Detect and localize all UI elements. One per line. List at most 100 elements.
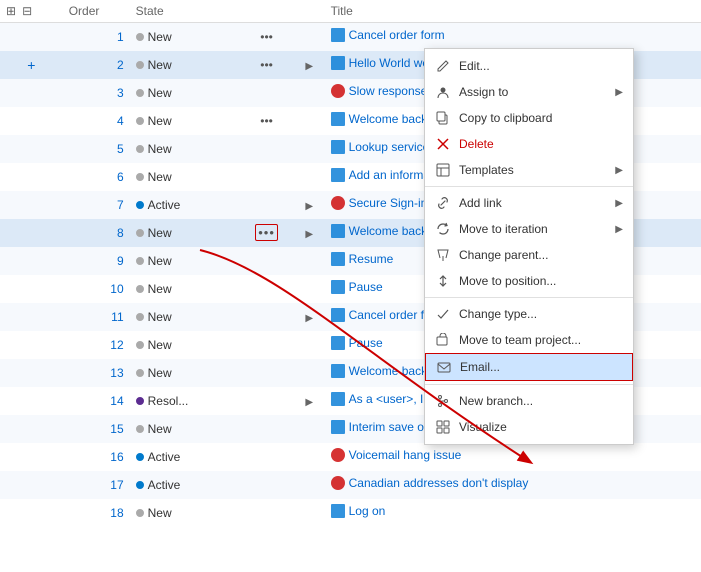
state-label: Resol... [148,394,189,408]
dots-menu-button[interactable]: ••• [255,224,278,241]
work-item-title[interactable]: Secure Sign-in [331,196,428,210]
order-cell[interactable]: 1 [63,23,130,51]
plus-button[interactable]: + [25,57,37,73]
order-number[interactable]: 10 [110,282,123,296]
order-number[interactable]: 18 [110,506,123,520]
dots-menu-button[interactable]: ••• [260,114,273,128]
dots-cell [239,247,293,275]
order-number[interactable]: 16 [110,450,123,464]
state-label: New [148,506,172,520]
order-number[interactable]: 9 [117,254,124,268]
order-cell[interactable]: 18 [63,499,130,527]
title-text: Log on [349,504,386,518]
order-number[interactable]: 1 [117,30,124,44]
state-dot [136,201,144,209]
order-cell[interactable]: 8 [63,219,130,247]
order-cell[interactable]: 13 [63,359,130,387]
menu-item-move_iteration[interactable]: Move to iteration▶ [425,216,633,242]
order-number[interactable]: 14 [110,394,123,408]
order-cell[interactable]: 10 [63,275,130,303]
menu-item-assign_to[interactable]: Assign to▶ [425,79,633,105]
menu-item-copy_clipboard[interactable]: Copy to clipboard [425,105,633,131]
state-label: New [148,366,172,380]
order-cell[interactable]: 9 [63,247,130,275]
state-label: New [148,310,172,324]
arrow-cell [294,331,325,359]
state-dot [136,173,144,181]
work-item-title[interactable]: Log on [331,504,386,518]
menu-item-new_branch[interactable]: New branch... [425,388,633,414]
order-number[interactable]: 3 [117,86,124,100]
expand-icon[interactable]: ⊟ [22,4,32,18]
menu-item-templates[interactable]: Templates▶ [425,157,633,183]
menu-item-change_parent[interactable]: Change parent... [425,242,633,268]
order-cell[interactable]: 12 [63,331,130,359]
state-dot [136,117,144,125]
expand-arrow-icon[interactable]: ▶ [305,313,313,324]
menu-item-visualize[interactable]: Visualize [425,414,633,440]
menu-item-edit[interactable]: Edit... [425,53,633,79]
state-badge: New [136,30,172,44]
order-number[interactable]: 13 [110,366,123,380]
order-number[interactable]: 6 [117,170,124,184]
work-item-title[interactable]: Cancel order form [331,28,445,42]
work-item-title[interactable]: Canadian addresses don't display [331,476,529,490]
grid-icon[interactable]: ⊞ [6,4,16,18]
order-cell[interactable]: 15 [63,415,130,443]
order-cell[interactable]: 16 [63,443,130,471]
expand-arrow-icon[interactable]: ▶ [305,61,313,72]
menu-item-add_link[interactable]: Add link▶ [425,190,633,216]
order-cell[interactable]: 3 [63,79,130,107]
order-cell[interactable]: 14 [63,387,130,415]
menu-item-delete[interactable]: Delete [425,131,633,157]
dots-menu-button[interactable]: ••• [260,30,273,44]
order-cell[interactable]: 5 [63,135,130,163]
expand-arrow-icon[interactable]: ▶ [305,229,313,240]
story-icon [331,28,345,42]
order-cell[interactable]: 7 [63,191,130,219]
arrow-cell [294,163,325,191]
order-number[interactable]: 15 [110,422,123,436]
menu-item-move_team[interactable]: Move to team project... [425,327,633,353]
order-cell[interactable]: 4 [63,107,130,135]
order-number[interactable]: 11 [111,310,123,324]
menu-separator [425,186,633,187]
menu-item-move_position[interactable]: Move to position... [425,268,633,294]
order-number[interactable]: 7 [117,198,124,212]
order-number[interactable]: 4 [117,114,124,128]
expand-arrow-icon[interactable]: ▶ [305,397,313,408]
arrow-cell [294,499,325,527]
order-number[interactable]: 12 [110,338,123,352]
work-item-title[interactable]: Resume [331,252,394,266]
order-number[interactable]: 8 [117,226,124,240]
expand-arrow-icon[interactable]: ▶ [305,201,313,212]
dots-cell [239,163,293,191]
order-cell[interactable]: 17 [63,471,130,499]
plus-cell [0,79,63,107]
menu-item-email[interactable]: Email... [425,353,633,381]
state-badge: New [136,58,172,72]
title-text: Welcome back [349,224,427,238]
state-cell: New [130,247,240,275]
state-label: New [148,226,172,240]
state-cell: New [130,107,240,135]
submenu-arrow-icon: ▶ [615,198,623,209]
header-state: State [130,0,240,23]
state-badge: New [136,86,172,100]
order-number[interactable]: 2 [117,58,124,72]
work-item-title[interactable]: Voicemail hang issue [331,448,462,462]
work-item-title[interactable]: Pause [331,336,383,350]
arrow-cell: ▶ [294,191,325,219]
work-item-title[interactable]: Pause [331,280,383,294]
order-cell[interactable]: 11 [63,303,130,331]
order-cell[interactable]: 6 [63,163,130,191]
work-item-title[interactable]: Welcome back [331,224,427,238]
state-badge: New [136,114,172,128]
order-number[interactable]: 5 [117,142,124,156]
order-cell[interactable]: 2 [63,51,130,79]
story-icon [331,224,345,238]
dots-menu-button[interactable]: ••• [260,58,273,72]
menu-item-change_type[interactable]: Change type... [425,301,633,327]
arrow-cell [294,443,325,471]
order-number[interactable]: 17 [110,478,123,492]
